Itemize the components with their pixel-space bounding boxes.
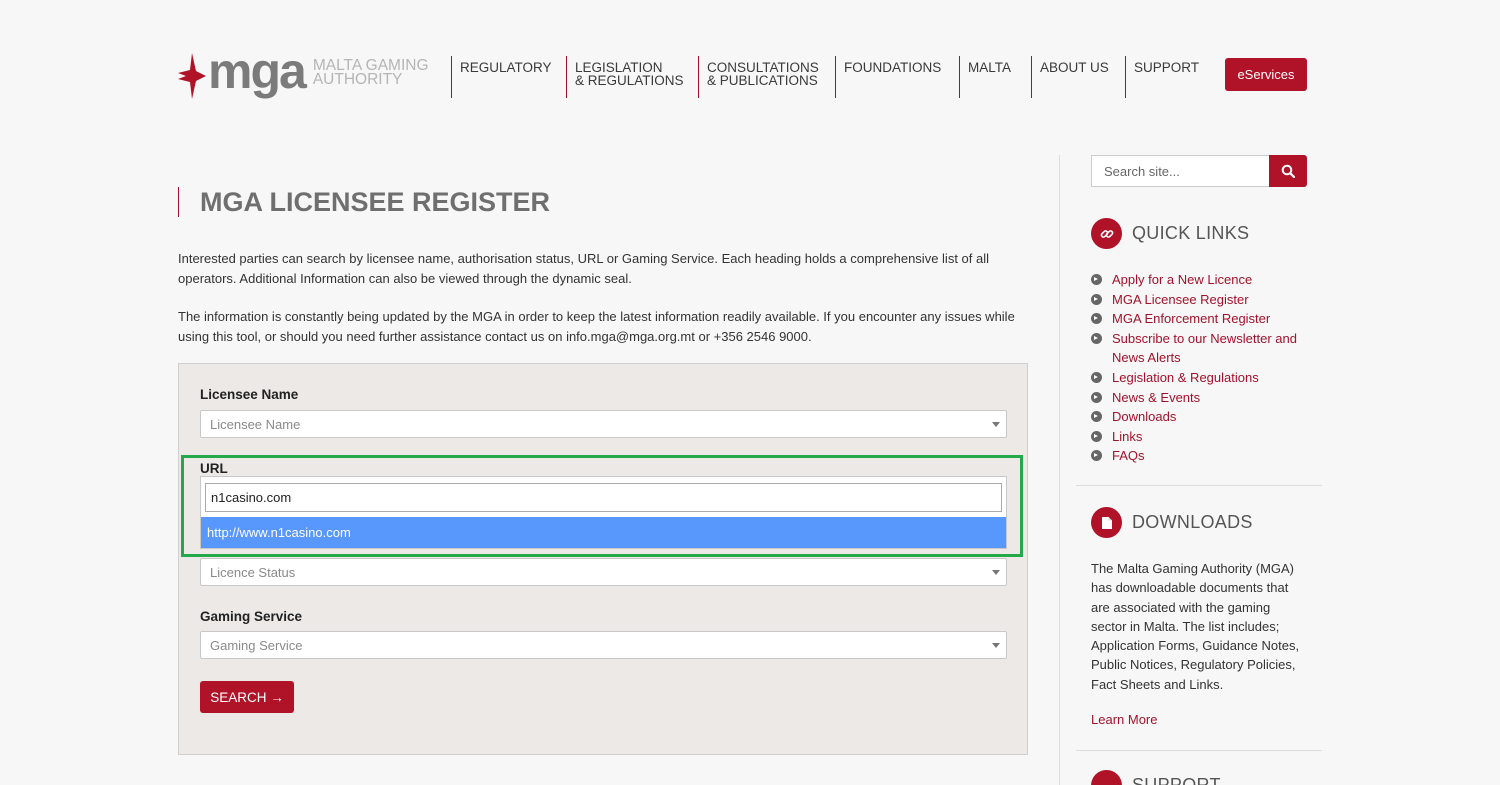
chevron-right-circle-icon (1091, 450, 1102, 462)
mga-star-icon (178, 53, 206, 99)
chevron-right-circle-icon (1091, 293, 1102, 305)
nav-about-us[interactable]: ABOUT US (1031, 56, 1125, 98)
downloads-title: DOWNLOADS (1132, 512, 1253, 532)
chevron-right-circle-icon (1091, 391, 1102, 403)
intro-paragraph-1: Interested parties can search by license… (178, 251, 990, 286)
chevron-down-icon (992, 643, 1000, 648)
chevron-right-circle-icon (1091, 332, 1102, 344)
quick-link-item[interactable]: MGA Licensee Register (1091, 290, 1321, 310)
quick-link-item[interactable]: Subscribe to our Newsletter and News Ale… (1091, 329, 1321, 368)
quick-links-list: Apply for a New Licence MGA Licensee Reg… (1091, 270, 1321, 466)
nav-support[interactable]: SUPPORT (1125, 56, 1205, 98)
site-search: Search site... (1091, 155, 1307, 187)
chevron-down-icon (992, 422, 1000, 427)
support-icon (1091, 770, 1122, 785)
support-heading: SUPPORT (1091, 770, 1221, 785)
search-button[interactable]: SEARCH → (200, 681, 294, 713)
chevron-right-circle-icon (1091, 313, 1102, 325)
main-nav: REGULATORY LEGISLATION & REGULATIONS CONS… (451, 56, 1205, 98)
site-search-input[interactable]: Search site... (1091, 155, 1270, 187)
url-highlight-box (181, 455, 1023, 557)
support-title: SUPPORT (1132, 775, 1221, 785)
licensee-search-form: Licensee Name Licensee Name URL http://w… (178, 363, 1028, 755)
downloads-heading: DOWNLOADS (1091, 507, 1253, 538)
nav-foundations[interactable]: FOUNDATIONS (835, 56, 959, 98)
document-icon (1091, 507, 1122, 538)
chevron-right-circle-icon (1091, 430, 1102, 442)
sidebar-separator (1076, 485, 1322, 486)
sidebar-divider (1059, 155, 1060, 785)
link-icon (1091, 218, 1122, 249)
quick-link-item[interactable]: Legislation & Regulations (1091, 368, 1321, 388)
quick-link-item[interactable]: News & Events (1091, 388, 1321, 408)
logo-wordmark: mga (208, 43, 307, 99)
intro-paragraph-2: The information is constantly being upda… (178, 309, 1015, 344)
chevron-down-icon (992, 570, 1000, 575)
licensee-name-label: Licensee Name (200, 387, 299, 402)
nav-regulatory[interactable]: REGULATORY (451, 56, 566, 98)
chevron-right-circle-icon (1091, 274, 1102, 285)
sidebar-separator (1076, 750, 1322, 751)
quick-link-item[interactable]: FAQs (1091, 446, 1321, 466)
quick-link-item[interactable]: MGA Enforcement Register (1091, 309, 1321, 329)
search-icon (1281, 164, 1295, 178)
page-title: MGA LICENSEE REGISTER (178, 187, 550, 217)
eservices-button[interactable]: eServices (1225, 58, 1307, 91)
quick-link-item[interactable]: Links (1091, 427, 1321, 447)
logo-subtitle: MALTA GAMING AUTHORITY (312, 57, 429, 88)
licensee-name-select[interactable]: Licensee Name (200, 410, 1007, 438)
nav-consultations[interactable]: CONSULTATIONS & PUBLICATIONS (698, 56, 835, 98)
gaming-service-select[interactable]: Gaming Service (200, 631, 1007, 659)
learn-more-link[interactable]: Learn More (1091, 712, 1157, 727)
quick-links-heading: QUICK LINKS (1091, 218, 1249, 249)
quick-links-title: QUICK LINKS (1132, 223, 1250, 243)
quick-link-item[interactable]: Apply for a New Licence (1091, 270, 1321, 290)
mga-logo[interactable]: mga MALTA GAMING AUTHORITY (178, 46, 438, 102)
licence-status-select[interactable]: Licence Status (200, 558, 1007, 586)
nav-malta[interactable]: MALTA (959, 56, 1031, 98)
chevron-right-circle-icon (1091, 371, 1102, 383)
licence-status-placeholder: Licence Status (210, 565, 296, 580)
licensee-name-placeholder: Licensee Name (210, 417, 301, 432)
site-search-button[interactable] (1269, 155, 1307, 187)
gaming-service-label: Gaming Service (200, 609, 303, 624)
nav-legislation[interactable]: LEGISLATION & REGULATIONS (566, 56, 698, 98)
downloads-description: The Malta Gaming Authority (MGA) has dow… (1091, 561, 1300, 692)
quick-link-item[interactable]: Downloads (1091, 407, 1321, 427)
gaming-service-placeholder: Gaming Service (210, 638, 303, 653)
chevron-right-circle-icon (1091, 411, 1102, 423)
